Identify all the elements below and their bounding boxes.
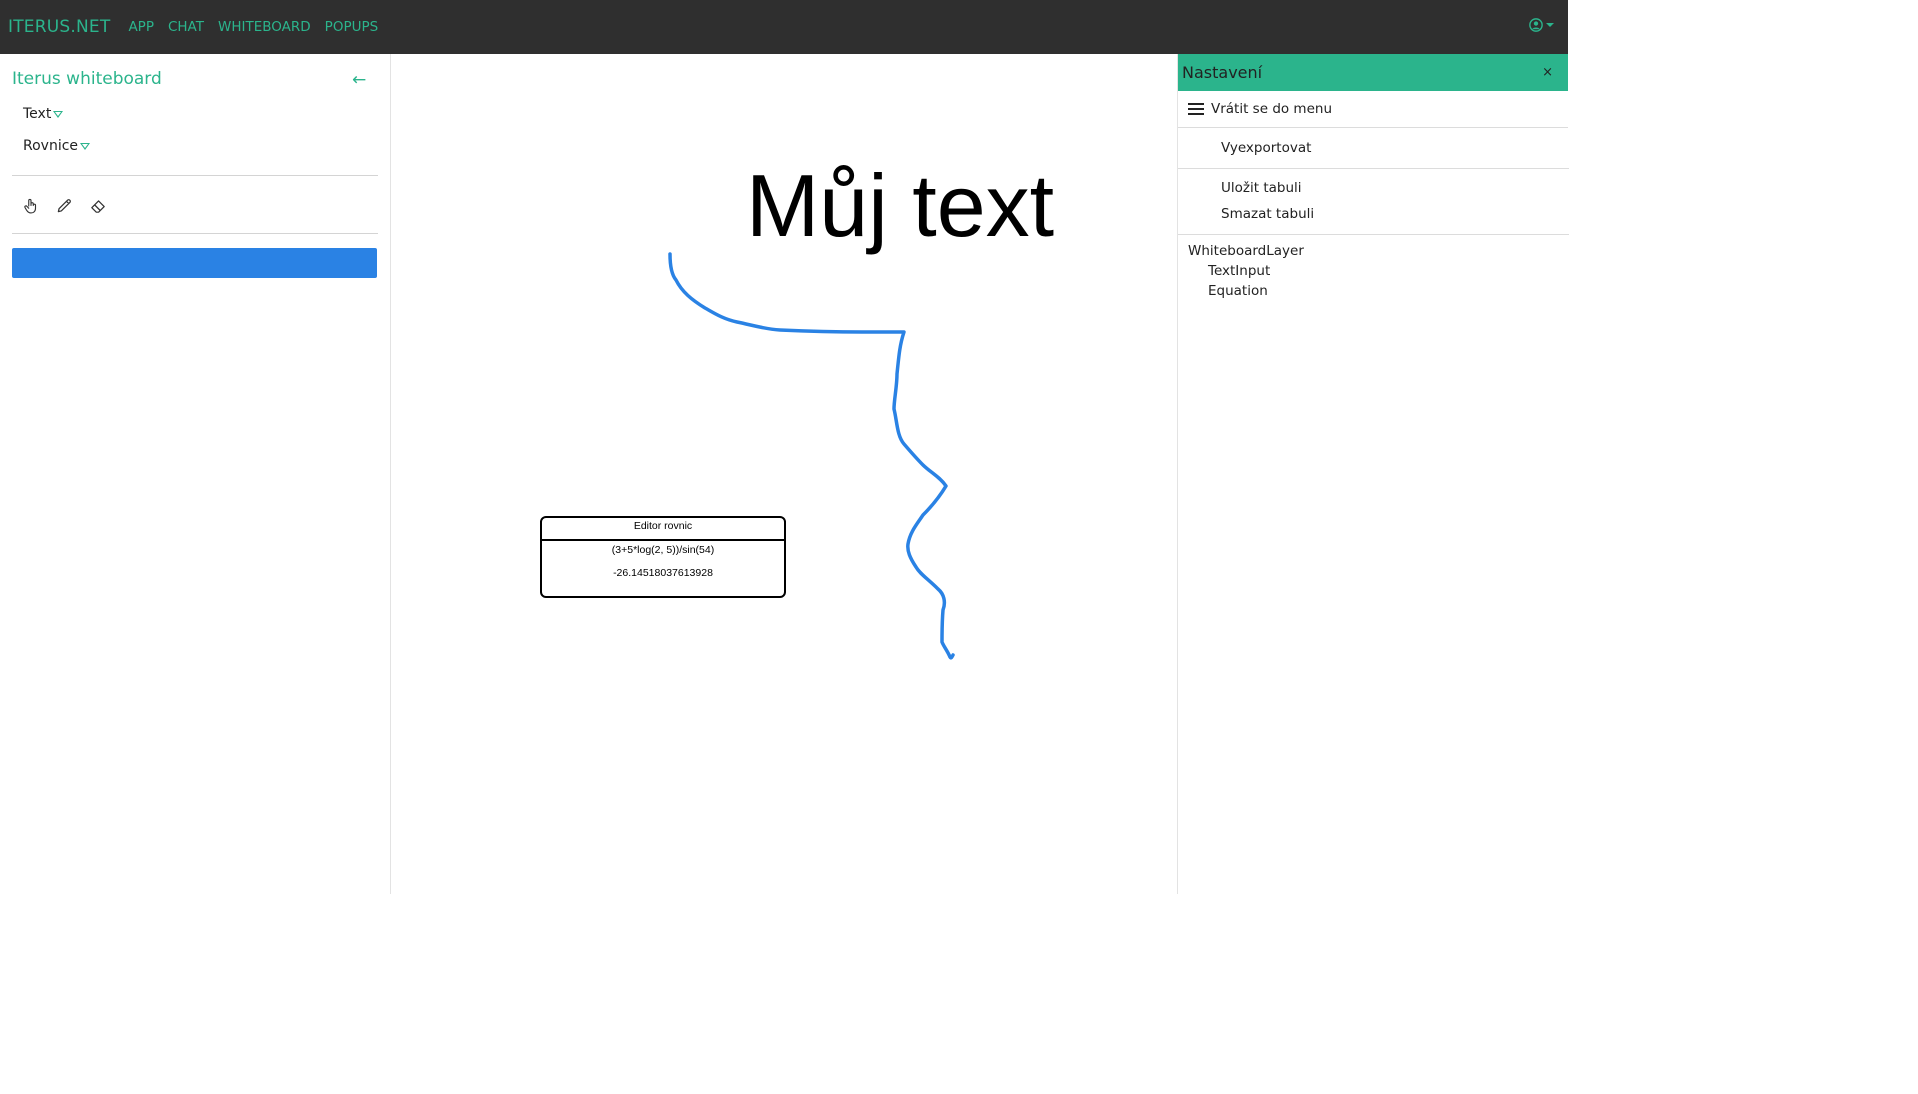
back-to-menu-button[interactable]: Vrátit se do menu bbox=[1178, 91, 1568, 128]
arrow-left-icon[interactable]: ← bbox=[352, 70, 366, 90]
triangle-down-icon bbox=[80, 142, 91, 150]
equation-expression[interactable]: (3+5*log(2, 5))/sin(54) bbox=[542, 544, 784, 556]
sidebar-title: Iterus whiteboard bbox=[12, 69, 162, 89]
equation-result: -26.14518037613928 bbox=[613, 567, 713, 579]
divider bbox=[12, 175, 378, 176]
divider bbox=[1178, 234, 1569, 235]
brand-logo[interactable]: ITERUS.NET bbox=[8, 17, 110, 37]
pencil-icon[interactable] bbox=[55, 197, 73, 215]
settings-title: Nastavení bbox=[1182, 63, 1263, 82]
triangle-down-icon bbox=[53, 110, 64, 118]
layer-tree-item[interactable]: TextInput bbox=[1208, 263, 1270, 279]
nav-link-app[interactable]: APP bbox=[128, 19, 154, 35]
equation-editor[interactable]: Editor rovnic (3+5*log(2, 5))/sin(54) -2… bbox=[540, 516, 786, 598]
menu-item-rovnice[interactable]: Rovnice bbox=[23, 138, 91, 154]
nav-link-whiteboard[interactable]: WHITEBOARD bbox=[218, 19, 311, 35]
save-board-button[interactable]: Uložit tabuli bbox=[1221, 180, 1302, 196]
hamburger-menu-icon bbox=[1188, 103, 1204, 115]
top-navbar: ITERUS.NET APP CHAT WHITEBOARD POPUPS bbox=[0, 0, 1568, 54]
settings-header: Nastavení × bbox=[1178, 54, 1568, 91]
hand-icon[interactable] bbox=[22, 197, 40, 215]
back-to-menu-label: Vrátit se do menu bbox=[1211, 101, 1333, 117]
user-menu[interactable] bbox=[1529, 18, 1554, 32]
eraser-icon[interactable] bbox=[89, 197, 107, 215]
nav-link-popups[interactable]: POPUPS bbox=[325, 19, 379, 35]
menu-item-label: Text bbox=[23, 106, 52, 122]
user-circle-icon bbox=[1529, 18, 1543, 32]
canvas-text-item[interactable]: Můj text bbox=[746, 162, 1054, 250]
close-icon[interactable]: × bbox=[1542, 65, 1553, 80]
export-button[interactable]: Vyexportovat bbox=[1221, 140, 1311, 156]
divider bbox=[1178, 168, 1569, 169]
nav-link-chat[interactable]: CHAT bbox=[168, 19, 204, 35]
equation-editor-title: Editor rovnic bbox=[542, 518, 784, 541]
chevron-down-icon bbox=[1546, 23, 1554, 27]
divider bbox=[12, 233, 378, 234]
whiteboard-canvas[interactable]: Můj text Editor rovnic (3+5*log(2, 5))/s… bbox=[392, 54, 1177, 894]
nav-links: APP CHAT WHITEBOARD POPUPS bbox=[128, 19, 392, 35]
menu-item-label: Rovnice bbox=[23, 138, 79, 154]
delete-board-button[interactable]: Smazat tabuli bbox=[1221, 206, 1314, 222]
action-bar-button[interactable] bbox=[12, 248, 377, 278]
left-sidebar: Iterus whiteboard ← Text Rovnice bbox=[0, 54, 391, 894]
settings-panel: Nastavení × Vrátit se do menu Vyexportov… bbox=[1177, 54, 1569, 894]
layer-tree-item[interactable]: Equation bbox=[1208, 283, 1268, 299]
layer-tree-root[interactable]: WhiteboardLayer bbox=[1188, 243, 1304, 259]
menu-item-text[interactable]: Text bbox=[23, 106, 64, 122]
